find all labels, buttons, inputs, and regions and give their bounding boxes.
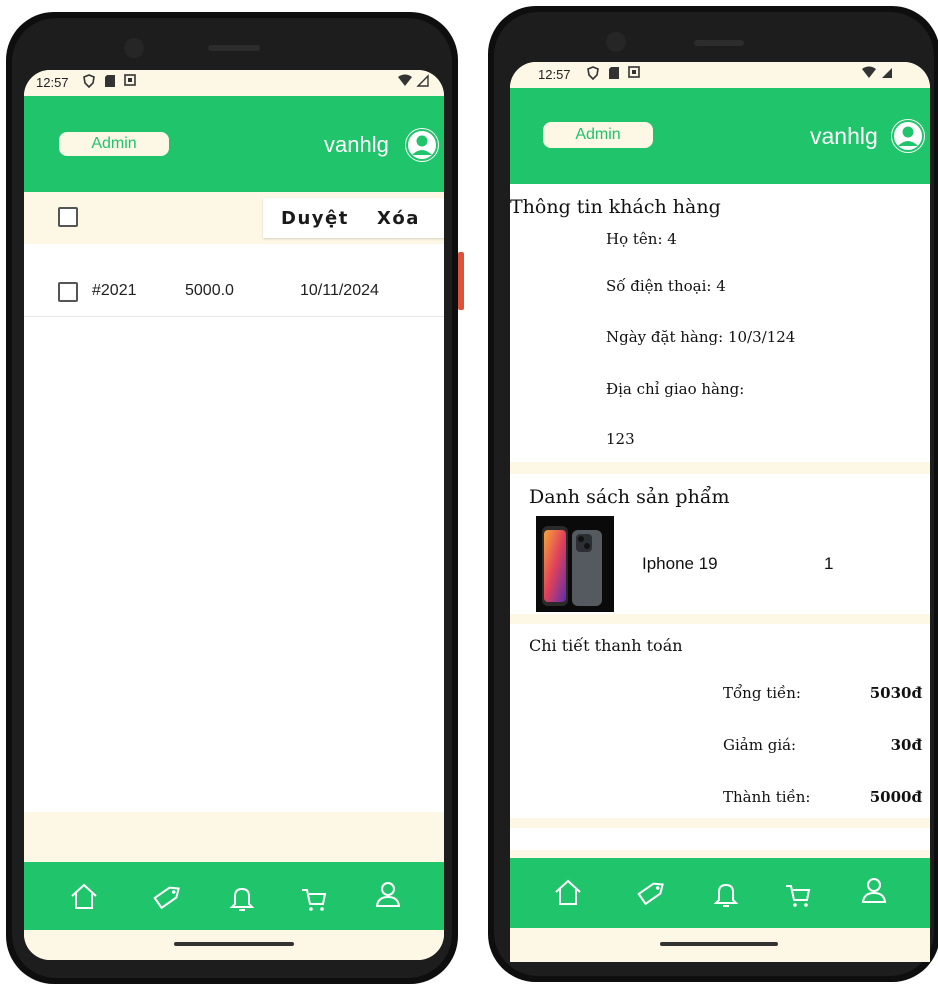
user-avatar-icon[interactable] xyxy=(891,119,925,153)
gesture-bar xyxy=(24,930,444,960)
status-icons xyxy=(82,74,136,88)
user-avatar-icon[interactable] xyxy=(405,128,439,162)
bottom-spacer xyxy=(24,812,444,862)
product-name: Iphone 19 xyxy=(642,554,718,573)
total-label: Tổng tiền: xyxy=(723,684,801,702)
section-divider xyxy=(510,462,930,474)
grand-total-label: Thành tiền: xyxy=(723,788,811,806)
action-buttons: Duyệt Xóa xyxy=(263,198,444,238)
section-divider xyxy=(510,818,930,828)
top-app-bar: Admin vanhlg xyxy=(24,96,444,192)
signal-battery-icon xyxy=(862,66,892,78)
order-id: #2021 xyxy=(92,282,137,299)
grand-total-value: 5000đ xyxy=(869,788,922,806)
phone-product-image xyxy=(536,516,614,612)
right-front-camera xyxy=(606,32,626,52)
app-icon xyxy=(628,66,640,78)
payment-section: Chi tiết thanh toán Tổng tiền: 5030đ Giả… xyxy=(510,624,930,820)
bell-icon[interactable] xyxy=(710,878,742,910)
order-total: 5000.0 xyxy=(185,282,234,299)
product-item[interactable]: Iphone 19 1 xyxy=(510,516,930,612)
home-indicator[interactable] xyxy=(660,942,778,946)
customer-phone-row: Số điện thoại: 4 xyxy=(606,277,726,295)
discount-label: Giảm giá: xyxy=(723,736,797,754)
left-side-button xyxy=(458,252,464,310)
shield-icon xyxy=(587,66,599,80)
phone-label: Số điện thoại: xyxy=(606,277,712,295)
bottom-navigation xyxy=(510,858,930,928)
admin-button[interactable]: Admin xyxy=(59,132,169,156)
home-icon[interactable] xyxy=(68,880,100,912)
user-icon[interactable] xyxy=(858,874,890,906)
name-value: 4 xyxy=(667,230,677,248)
tag-icon[interactable] xyxy=(152,880,184,912)
left-front-camera xyxy=(124,38,144,58)
shield-icon xyxy=(83,74,95,88)
left-earpiece xyxy=(208,45,260,51)
status-time: 12:57 xyxy=(36,75,69,90)
address-label: Địa chỉ giao hàng: xyxy=(606,380,745,398)
status-bar: 12:57 xyxy=(24,70,444,96)
gesture-bar xyxy=(510,928,930,962)
address-value: 123 xyxy=(606,430,635,448)
toolbar-row: Duyệt Xóa xyxy=(24,192,444,244)
top-app-bar: Admin vanhlg xyxy=(510,88,930,184)
delete-button[interactable]: Xóa xyxy=(377,208,420,229)
product-quantity: 1 xyxy=(824,554,834,573)
payment-section-title: Chi tiết thanh toán xyxy=(529,636,683,655)
select-all-checkbox[interactable] xyxy=(58,207,78,227)
username: vanhlg xyxy=(810,123,878,149)
signal-battery-icon xyxy=(398,74,429,87)
sdcard-icon xyxy=(609,67,619,79)
discount-value: 30đ xyxy=(890,736,922,754)
cart-icon[interactable] xyxy=(782,878,814,910)
approve-button[interactable]: Duyệt xyxy=(281,208,349,229)
status-time: 12:57 xyxy=(538,67,571,82)
right-earpiece xyxy=(694,40,744,46)
order-date: 10/11/2024 xyxy=(300,282,379,299)
admin-button[interactable]: Admin xyxy=(543,122,653,148)
order-date-label: Ngày đặt hàng: xyxy=(606,328,724,346)
left-screen: 12:57 Admin vanhlg Duyệt Xóa #2021 5000.… xyxy=(24,70,444,960)
order-date-value: 10/3/124 xyxy=(727,328,796,346)
order-row[interactable]: #2021 5000.0 10/11/2024 xyxy=(24,264,444,317)
bottom-spacer xyxy=(510,850,930,858)
customer-info-section: Thông tin khách hàng Họ tên: 4 Số điện t… xyxy=(510,184,930,462)
sdcard-icon xyxy=(105,75,115,87)
bell-icon[interactable] xyxy=(226,882,258,914)
status-bar: 12:57 xyxy=(510,62,930,88)
order-checkbox[interactable] xyxy=(58,282,78,302)
username: vanhlg xyxy=(324,132,389,157)
customer-section-title: Thông tin khách hàng xyxy=(510,196,721,218)
user-icon[interactable] xyxy=(372,878,404,910)
products-section: Danh sách sản phẩm Iphone 19 1 xyxy=(510,474,930,614)
customer-date-row: Ngày đặt hàng: 10/3/124 xyxy=(606,328,795,346)
phone-value: 4 xyxy=(716,277,726,295)
right-screen: 12:57 Admin vanhlg Thông tin khách hàng … xyxy=(510,62,930,962)
app-icon xyxy=(124,74,136,86)
bottom-navigation xyxy=(24,862,444,930)
name-label: Họ tên: xyxy=(606,230,663,248)
section-divider xyxy=(510,614,930,624)
home-indicator[interactable] xyxy=(174,942,294,946)
status-icons xyxy=(586,66,640,80)
products-section-title: Danh sách sản phẩm xyxy=(529,486,730,508)
tag-icon[interactable] xyxy=(636,876,668,908)
customer-name-row: Họ tên: 4 xyxy=(606,230,677,248)
home-icon[interactable] xyxy=(552,876,584,908)
cart-icon[interactable] xyxy=(298,882,330,914)
total-value: 5030đ xyxy=(869,684,922,702)
